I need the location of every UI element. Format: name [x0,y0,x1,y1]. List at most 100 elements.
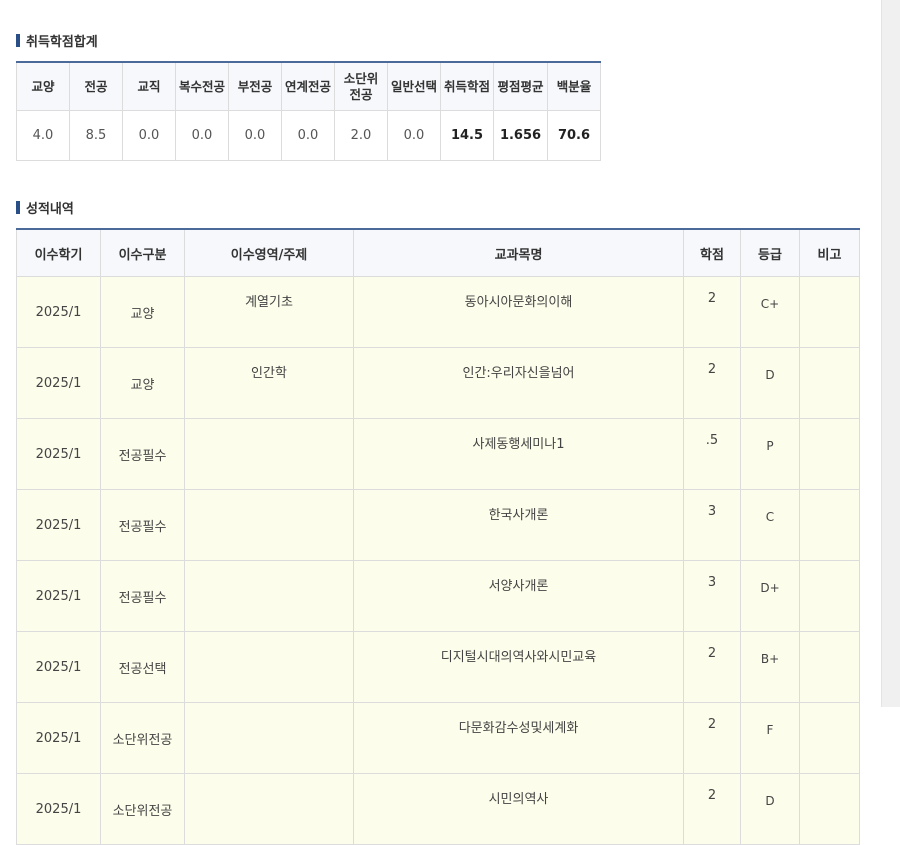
grades-header-cell: 이수구분 [100,229,185,277]
grade-cell-type: 소단위전공 [100,702,185,774]
grade-cell-note [799,773,860,845]
summary-value-cell: 2.0 [334,110,388,161]
grade-cell-type: 소단위전공 [100,773,185,845]
summary-header-cell: 취득학점 [440,62,494,111]
page-scrollbar[interactable] [881,0,900,707]
grade-cell-area [184,702,354,774]
grade-cell-note [799,631,860,703]
grade-cell-area [184,631,354,703]
table-row: 2025/1 전공필수 사제동행세미나1.5 P [16,418,860,490]
summary-header-row: 교양 전공 교직 복수전공 부전공 연계전공 소단위 전공 일반선택 취득학점 평점평균 백분율 [16,62,601,111]
summary-header-cell: 전공 [69,62,123,111]
grade-cell-grade: D [740,347,800,419]
table-row: 2025/1 교양 인간학 인간:우리자신을넘어 2 D [16,347,860,419]
summary-value-row: 4.0 8.5 0.0 0.0 0.0 0.0 2.0 0.0 14.5 1.656 70.6 [16,110,601,161]
section-marker [16,201,20,214]
summary-value-cell: 0.0 [387,110,441,161]
summary-value-cell: 0.0 [281,110,335,161]
grade-cell-course: 사제동행세미나1 [353,418,684,490]
grade-cell-course: 서양사개론 [353,560,684,632]
summary-section-title: 취득학점합계 [16,31,98,50]
summary-header-cell: 교양 [16,62,70,111]
summary-title-text: 취득학점합계 [26,35,98,50]
summary-value-cell: 4.0 [16,110,70,161]
summary-header-cell: 평점평균 [493,62,548,111]
grade-cell-type: 전공필수 [100,418,185,490]
summary-header-cell: 백분율 [547,62,601,111]
summary-value-cell: 70.6 [547,110,601,161]
summary-value-cell: 8.5 [69,110,123,161]
table-row: 2025/1 전공필수 한국사개론 3 C [16,489,860,561]
grade-cell-type: 전공선택 [100,631,185,703]
grades-header-cell: 교과목명 [353,229,684,277]
grade-cell-note [799,276,860,348]
grade-cell-note [799,489,860,561]
grade-cell-credit: 3 [683,489,741,561]
grade-cell-area [184,489,354,561]
summary-value-cell: 0.0 [122,110,176,161]
grade-cell-term: 2025/1 [16,631,101,703]
grade-cell-term: 2025/1 [16,702,101,774]
grades-header-cell: 등급 [740,229,800,277]
summary-header-cell: 복수전공 [175,62,229,111]
grade-cell-credit: 2 [683,347,741,419]
grade-cell-course: 한국사개론 [353,489,684,561]
grades-header-cell: 학점 [683,229,741,277]
summary-value-cell: 0.0 [175,110,229,161]
grade-cell-credit: 2 [683,631,741,703]
table-row: 2025/1 소단위전공 다문화감수성및세계화 2 F [16,702,860,774]
grades-header-cell: 이수영역/주제 [184,229,354,277]
grade-cell-grade: B+ [740,631,800,703]
summary-header-cell: 부전공 [228,62,282,111]
grade-cell-term: 2025/1 [16,347,101,419]
grades-header-cell: 비고 [799,229,860,277]
grade-cell-area [184,418,354,490]
grade-cell-area: 계열기초 [184,276,354,348]
grades-title-text: 성적내역 [26,202,74,217]
summary-header-cell: 소단위 전공 [334,62,388,111]
grade-cell-note [799,560,860,632]
summary-value-cell: 1.656 [493,110,548,161]
grade-cell-area [184,560,354,632]
grade-cell-credit: 2 [683,702,741,774]
grade-cell-credit: 3 [683,560,741,632]
grade-cell-area: 인간학 [184,347,354,419]
section-marker [16,34,20,47]
grade-cell-area [184,773,354,845]
grade-cell-grade: C+ [740,276,800,348]
grade-cell-course: 동아시아문화의이해 [353,276,684,348]
grades-header-row: 이수학기 이수구분 이수영역/주제 교과목명 학점 등급 비고 [16,229,860,277]
grade-cell-credit: 2 [683,773,741,845]
table-row: 2025/1 소단위전공 시민의역사 2 D [16,773,860,845]
grade-cell-term: 2025/1 [16,773,101,845]
grade-cell-term: 2025/1 [16,489,101,561]
grade-cell-course: 시민의역사 [353,773,684,845]
table-row: 2025/1 전공필수 서양사개론 3 D+ [16,560,860,632]
grade-cell-note [799,418,860,490]
summary-value-cell: 14.5 [440,110,494,161]
table-row: 2025/1 교양 계열기초 동아시아문화의이해 2 C+ [16,276,860,348]
grade-cell-note [799,702,860,774]
grade-cell-type: 전공필수 [100,489,185,561]
grade-cell-grade: D [740,773,800,845]
grade-cell-term: 2025/1 [16,418,101,490]
grade-cell-term: 2025/1 [16,560,101,632]
summary-header-cell: 연계전공 [281,62,335,111]
grade-cell-type: 교양 [100,347,185,419]
grade-cell-course: 다문화감수성및세계화 [353,702,684,774]
grade-cell-term: 2025/1 [16,276,101,348]
summary-header-cell: 일반선택 [387,62,441,111]
grade-cell-grade: C [740,489,800,561]
grade-cell-type: 전공필수 [100,560,185,632]
grades-table: 이수학기 이수구분 이수영역/주제 교과목명 학점 등급 비고 2025/1 교양 계열기초 동아… [16,228,860,845]
grade-cell-course: 디지털시대의역사와시민교육 [353,631,684,703]
grades-section-title: 성적내역 [16,198,74,217]
grade-cell-note [799,347,860,419]
grade-cell-credit: 2 [683,276,741,348]
grades-header-cell: 이수학기 [16,229,101,277]
grade-cell-grade: D+ [740,560,800,632]
table-row: 2025/1 전공선택 디지털시대의역사와시민교육 2 B+ [16,631,860,703]
summary-header-cell: 교직 [122,62,176,111]
grade-cell-course: 인간:우리자신을넘어 [353,347,684,419]
grade-cell-credit: .5 [683,418,741,490]
